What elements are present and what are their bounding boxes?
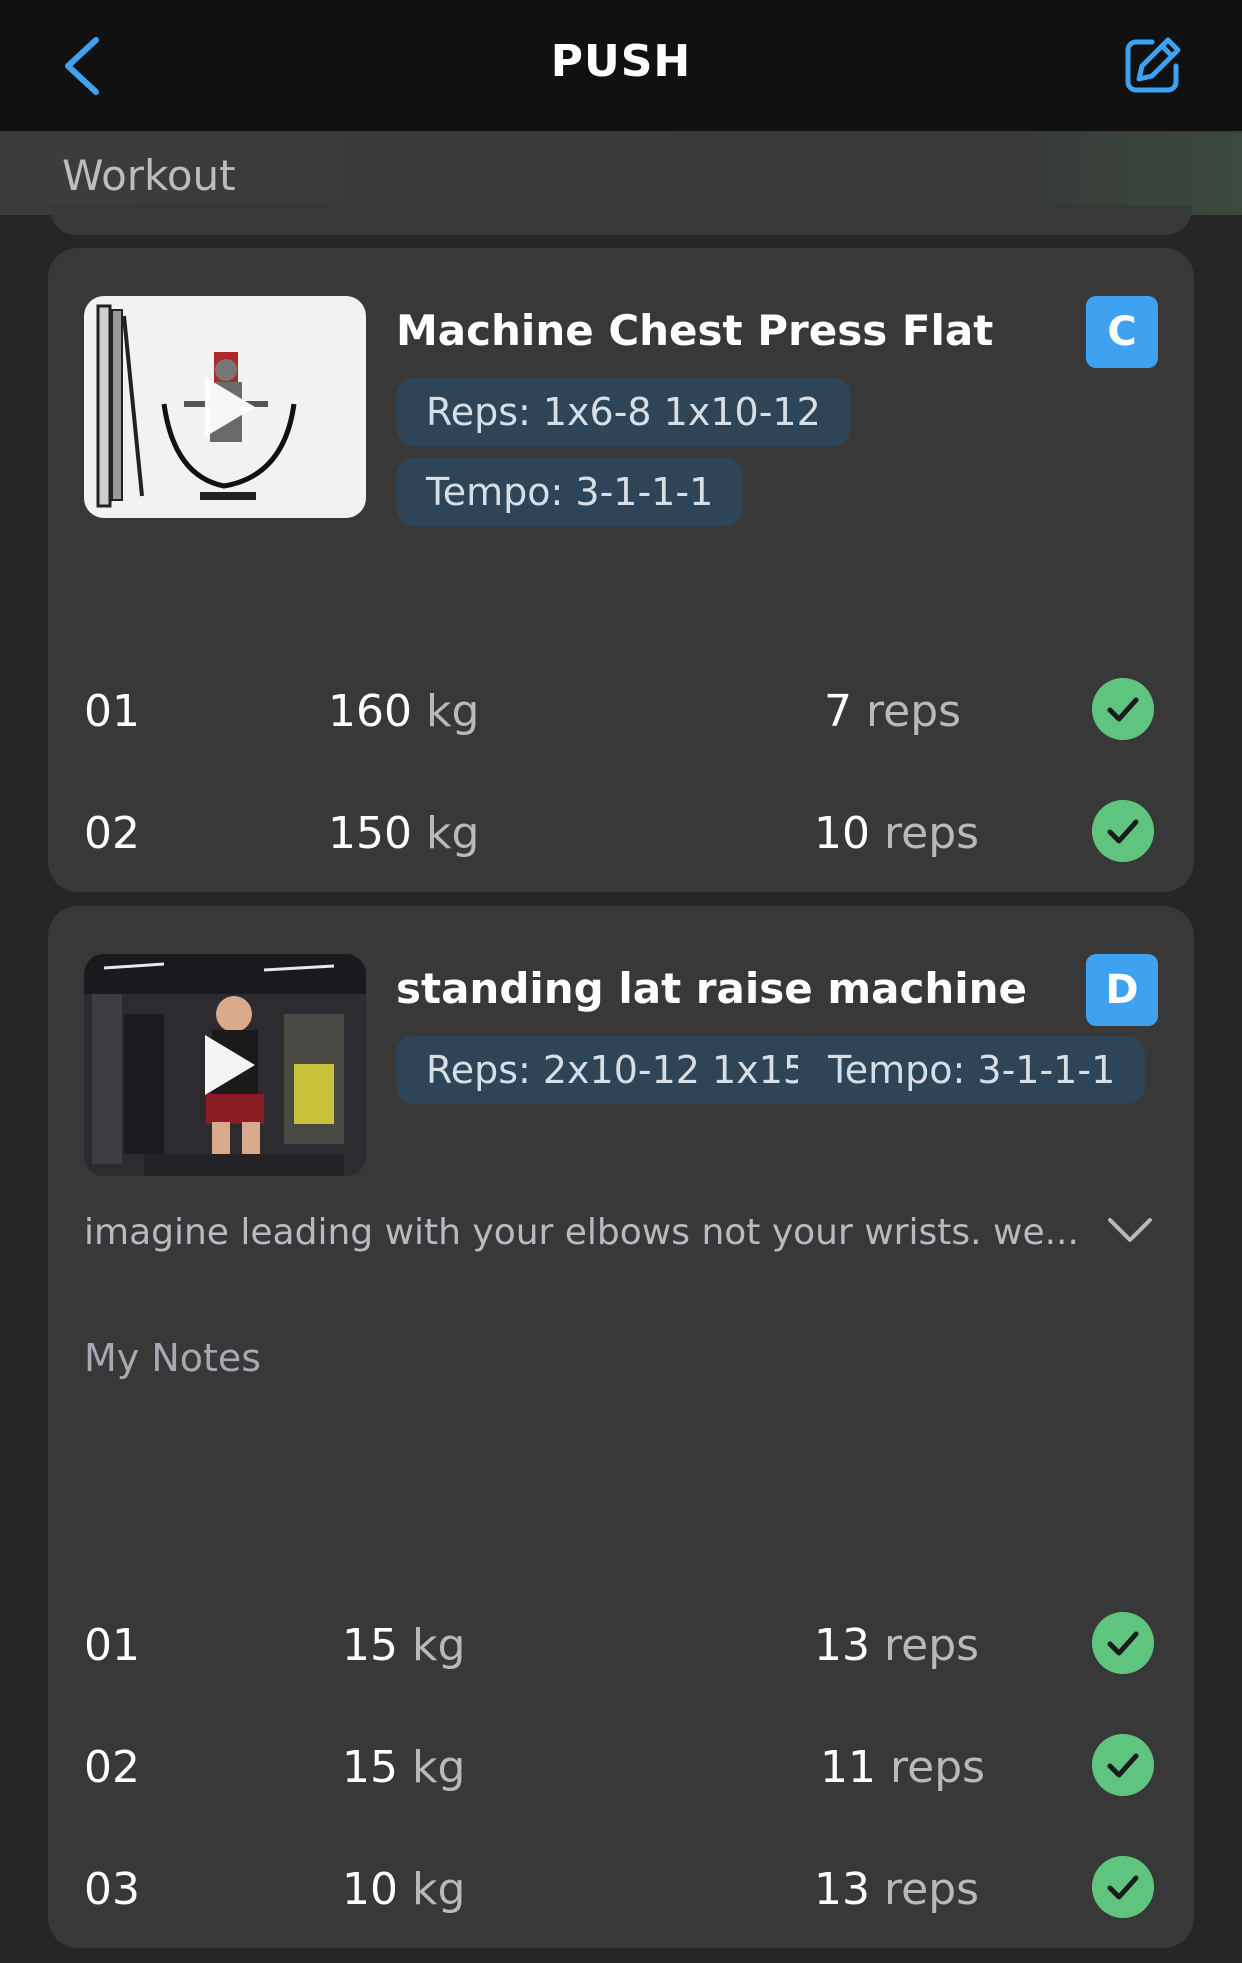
weight-unit: kg bbox=[425, 686, 480, 737]
weight-value: 160 bbox=[328, 686, 412, 737]
top-bar: PUSH bbox=[0, 0, 1242, 133]
checkmark-icon[interactable] bbox=[1092, 678, 1154, 740]
set-reps[interactable]: 13 reps bbox=[814, 1620, 979, 1671]
coach-note[interactable]: imagine leading with your elbows not you… bbox=[84, 1212, 1079, 1253]
play-icon[interactable] bbox=[205, 377, 255, 437]
set-reps[interactable]: 13 reps bbox=[814, 1864, 979, 1915]
weight-value: 150 bbox=[328, 808, 412, 859]
checkmark-icon[interactable] bbox=[1092, 1612, 1154, 1674]
chevron-down-icon[interactable] bbox=[1106, 1216, 1154, 1246]
reps-value: 13 bbox=[814, 1864, 870, 1915]
weight-unit: kg bbox=[412, 1620, 466, 1671]
set-number: 03 bbox=[84, 1864, 140, 1915]
reps-value: 13 bbox=[814, 1620, 870, 1671]
set-reps[interactable]: 11 reps bbox=[820, 1742, 985, 1793]
weight-unit: kg bbox=[425, 808, 480, 859]
weight-value: 15 bbox=[342, 1620, 398, 1671]
reps-unit: reps bbox=[884, 1620, 980, 1671]
edit-icon[interactable] bbox=[1122, 34, 1184, 96]
tempo-chip: Tempo: 3-1-1-1 bbox=[798, 1036, 1146, 1104]
exercise-name[interactable]: Machine Chest Press Flat bbox=[396, 306, 993, 355]
reps-unit: reps bbox=[866, 686, 962, 737]
exercise-video-thumbnail[interactable] bbox=[84, 296, 366, 518]
play-icon[interactable] bbox=[205, 1035, 255, 1095]
section-header: Workout bbox=[0, 133, 1242, 215]
set-row[interactable]: 01 15 kg 13 reps bbox=[84, 1612, 1164, 1682]
set-number: 02 bbox=[84, 808, 140, 859]
reps-chip: Reps: 1x6-8 1x10-12 bbox=[396, 378, 851, 446]
superset-badge: C bbox=[1086, 296, 1158, 368]
section-label: Workout bbox=[62, 151, 236, 200]
exercise-card[interactable]: Machine Chest Press Flat C Reps: 1x6-8 1… bbox=[48, 248, 1194, 892]
checkmark-icon[interactable] bbox=[1092, 1734, 1154, 1796]
set-reps[interactable]: 10 reps bbox=[814, 808, 979, 859]
weight-value: 15 bbox=[342, 1742, 398, 1793]
tempo-chip: Tempo: 3-1-1-1 bbox=[396, 458, 744, 526]
weight-value: 10 bbox=[342, 1864, 398, 1915]
previous-card-edge bbox=[50, 205, 1192, 235]
set-row[interactable]: 03 10 kg 13 reps bbox=[84, 1856, 1164, 1926]
reps-chip: Reps: 2x10-12 1x15 bbox=[396, 1036, 838, 1104]
reps-unit: reps bbox=[890, 1742, 986, 1793]
checkmark-icon[interactable] bbox=[1092, 1856, 1154, 1918]
set-number: 01 bbox=[84, 1620, 140, 1671]
set-weight[interactable]: 15 kg bbox=[342, 1620, 465, 1671]
page-title: PUSH bbox=[550, 36, 692, 87]
exercise-name[interactable]: standing lat raise machine bbox=[396, 964, 1027, 1013]
set-number: 02 bbox=[84, 1742, 140, 1793]
set-reps[interactable]: 7 reps bbox=[824, 686, 961, 737]
checkmark-icon[interactable] bbox=[1092, 800, 1154, 862]
exercise-video-thumbnail[interactable] bbox=[84, 954, 366, 1176]
set-weight[interactable]: 160 kg bbox=[328, 686, 479, 737]
weight-unit: kg bbox=[412, 1742, 466, 1793]
reps-unit: reps bbox=[884, 808, 980, 859]
set-row[interactable]: 01 160 kg 7 reps bbox=[84, 678, 1164, 748]
set-row[interactable]: 02 150 kg 10 reps bbox=[84, 800, 1164, 870]
my-notes-field[interactable]: My Notes bbox=[84, 1336, 261, 1380]
reps-value: 11 bbox=[820, 1742, 876, 1793]
set-weight[interactable]: 150 kg bbox=[328, 808, 479, 859]
set-row[interactable]: 02 15 kg 11 reps bbox=[84, 1734, 1164, 1804]
superset-badge: D bbox=[1086, 954, 1158, 1026]
set-number: 01 bbox=[84, 686, 140, 737]
reps-value: 7 bbox=[824, 686, 852, 737]
weight-unit: kg bbox=[412, 1864, 466, 1915]
exercise-card[interactable]: standing lat raise machine D Reps: 2x10-… bbox=[48, 906, 1194, 1948]
set-weight[interactable]: 15 kg bbox=[342, 1742, 465, 1793]
set-weight[interactable]: 10 kg bbox=[342, 1864, 465, 1915]
reps-value: 10 bbox=[814, 808, 870, 859]
reps-unit: reps bbox=[884, 1864, 980, 1915]
